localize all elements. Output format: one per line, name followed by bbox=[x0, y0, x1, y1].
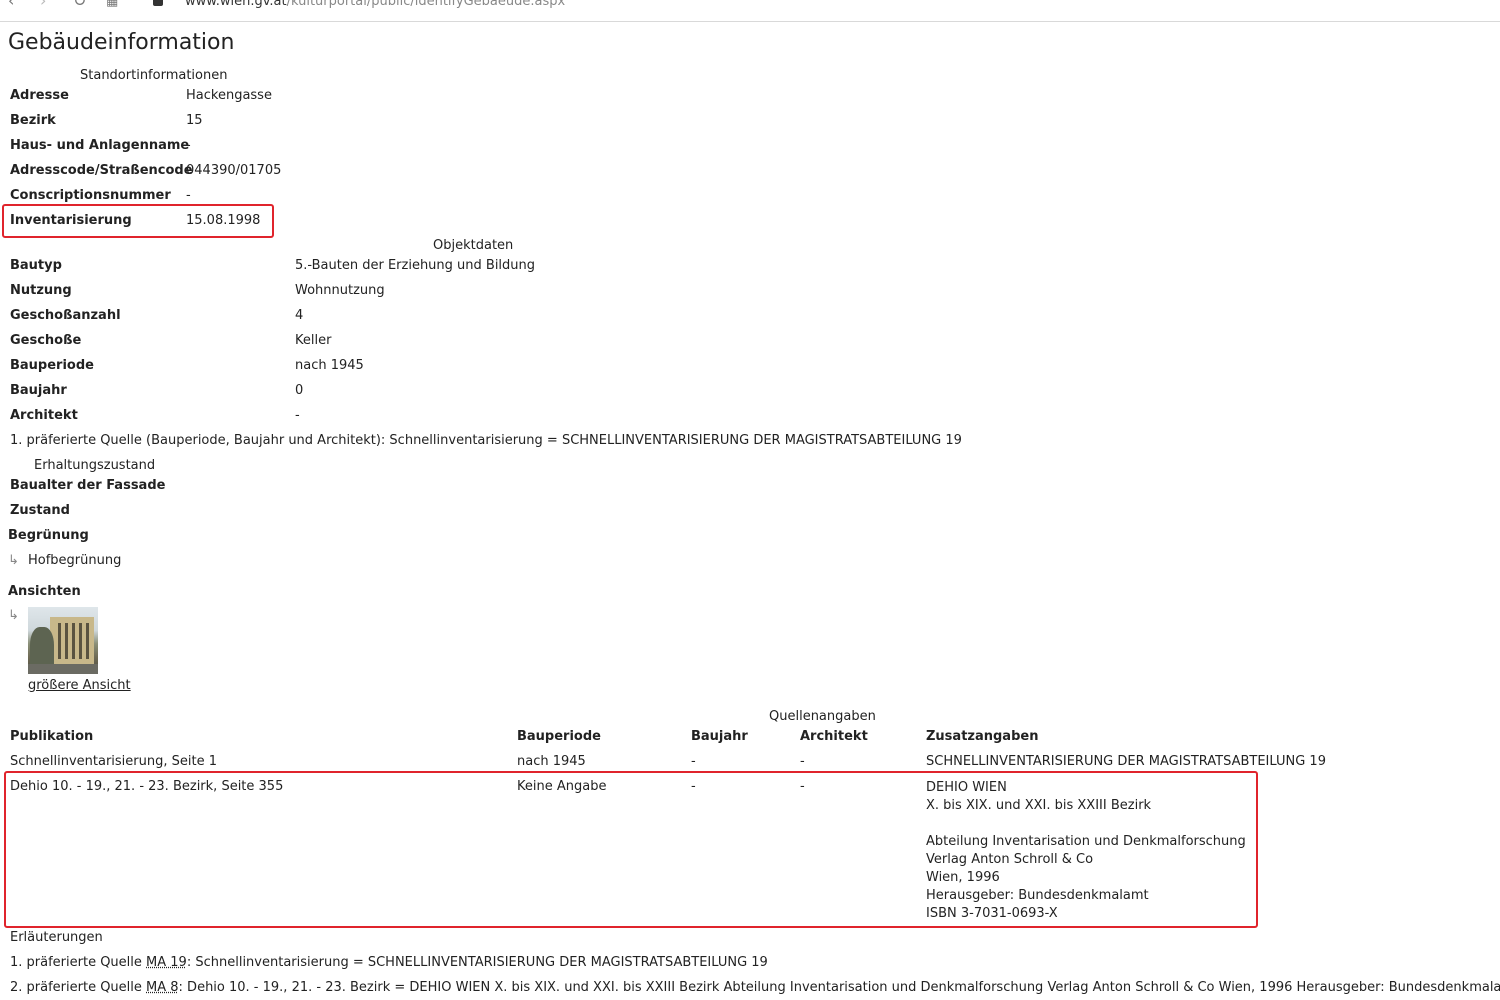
url-path: /kulturportal/public/identifyGebaeude.as… bbox=[286, 0, 566, 9]
reload-icon[interactable]: ↻ bbox=[73, 0, 86, 9]
browser-address-bar: ‹ › ↻ ▦ www.wien.gv.at/kulturportal/publ… bbox=[0, 0, 1500, 22]
standort-heading: Standortinformationen bbox=[80, 68, 228, 83]
erhaltung-heading: Erhaltungszustand bbox=[34, 458, 156, 473]
row2-bauperiode: Keine Angabe bbox=[517, 779, 607, 794]
col-bauperiode: Bauperiode bbox=[517, 729, 601, 744]
thumbnail-road bbox=[28, 664, 98, 674]
erlaeuterung-prefix: 1. präferierte Quelle bbox=[10, 955, 147, 970]
zusatz-line: Verlag Anton Schroll & Co bbox=[926, 852, 1094, 867]
bezirk-label: Bezirk bbox=[10, 113, 56, 128]
thumbnail-building bbox=[50, 617, 94, 665]
zusatz-line: Abteilung Inventarisation und Denkmalfor… bbox=[926, 834, 1246, 849]
forward-arrow-icon[interactable]: › bbox=[40, 0, 46, 9]
row1-publikation: Schnellinventarisierung, Seite 1 bbox=[10, 754, 217, 769]
col-baujahr: Baujahr bbox=[691, 729, 748, 744]
hofbegruenung-item: Hofbegrünung bbox=[28, 553, 122, 568]
nutzung-value: Wohnnutzung bbox=[295, 283, 385, 298]
tabs-icon[interactable]: ▦ bbox=[106, 0, 118, 10]
abbreviation-ma8: MA 8 bbox=[146, 980, 179, 995]
geschossanzahl-label: Geschoßanzahl bbox=[10, 308, 121, 323]
zusatz-line: X. bis XIX. und XXI. bis XXIII Bezirk bbox=[926, 798, 1152, 813]
row1-baujahr: - bbox=[691, 754, 696, 769]
row1-architekt: - bbox=[800, 754, 805, 769]
conscription-value: - bbox=[186, 188, 191, 203]
erlaeuterungen-heading: Erläuterungen bbox=[10, 930, 103, 945]
erlaeuterung-item-2: 2. präferierte Quelle MA 8: Dehio 10. - … bbox=[10, 980, 1500, 995]
bauperiode-value: nach 1945 bbox=[295, 358, 364, 373]
zustand-label: Zustand bbox=[10, 503, 70, 518]
adresscode-label: Adresscode/Straßencode bbox=[10, 163, 193, 178]
row2-zusatz: DEHIO WIEN X. bis XIX. und XXI. bis XXII… bbox=[926, 779, 1246, 923]
abbreviation-ma19: MA 19 bbox=[146, 955, 187, 970]
url-field[interactable]: www.wien.gv.at/kulturportal/public/ident… bbox=[185, 0, 565, 9]
sub-arrow-icon: ↳ bbox=[8, 608, 19, 623]
inventarisierung-label: Inventarisierung bbox=[10, 213, 132, 228]
row1-zusatz: SCHNELLINVENTARISIERUNG DER MAGISTRATSAB… bbox=[926, 754, 1326, 769]
zusatz-line: Herausgeber: Bundesdenkmalamt bbox=[926, 888, 1149, 903]
fassade-label: Baualter der Fassade bbox=[10, 478, 166, 493]
bauperiode-label: Bauperiode bbox=[10, 358, 94, 373]
baujahr-label: Baujahr bbox=[10, 383, 67, 398]
adresscode-value: 044390/01705 bbox=[186, 163, 282, 178]
col-zusatzangaben: Zusatzangaben bbox=[926, 729, 1039, 744]
baujahr-value: 0 bbox=[295, 383, 304, 398]
row1-bauperiode: nach 1945 bbox=[517, 754, 586, 769]
lock-icon[interactable] bbox=[153, 0, 163, 6]
geschosse-value: Keller bbox=[295, 333, 332, 348]
col-publikation: Publikation bbox=[10, 729, 94, 744]
erlaeuterung-item-1: 1. präferierte Quelle MA 19: Schnellinve… bbox=[10, 955, 768, 970]
zusatz-line: Wien, 1996 bbox=[926, 870, 1000, 885]
back-arrow-icon[interactable]: ‹ bbox=[8, 0, 14, 9]
sub-arrow-icon: ↳ bbox=[8, 553, 19, 568]
page-title: Gebäudeinformation bbox=[8, 30, 235, 55]
quelle-note: 1. präferierte Quelle (Bauperiode, Bauja… bbox=[10, 433, 962, 448]
geschosse-label: Geschoße bbox=[10, 333, 82, 348]
row2-publikation: Dehio 10. - 19., 21. - 23. Bezirk, Seite… bbox=[10, 779, 284, 794]
adresse-label: Adresse bbox=[10, 88, 69, 103]
ansichten-heading: Ansichten bbox=[8, 584, 81, 599]
hausname-label: Haus- und Anlagenname bbox=[10, 138, 190, 153]
hausname-value: - bbox=[186, 138, 191, 153]
quellen-heading: Quellenangaben bbox=[769, 709, 876, 724]
building-thumbnail[interactable] bbox=[28, 607, 98, 674]
row2-baujahr: - bbox=[691, 779, 696, 794]
begruenung-heading: Begrünung bbox=[8, 528, 89, 543]
objekt-heading: Objektdaten bbox=[433, 238, 514, 253]
adresse-value: Hackengasse bbox=[186, 88, 272, 103]
url-host: www.wien.gv.at bbox=[185, 0, 287, 9]
zusatz-line: ISBN 3-7031-0693-X bbox=[926, 906, 1058, 921]
inventarisierung-value: 15.08.1998 bbox=[186, 213, 261, 228]
row2-architekt: - bbox=[800, 779, 805, 794]
fassade-value: - bbox=[157, 478, 162, 493]
zusatz-line: DEHIO WIEN bbox=[926, 780, 1007, 795]
col-architekt: Architekt bbox=[800, 729, 868, 744]
groessere-ansicht-link[interactable]: größere Ansicht bbox=[28, 678, 131, 693]
erlaeuterung-text: : Dehio 10. - 19., 21. - 23. Bezirk = DE… bbox=[178, 980, 1500, 995]
conscription-label: Conscriptionsnummer bbox=[10, 188, 171, 203]
bezirk-value: 15 bbox=[186, 113, 203, 128]
architekt-label: Architekt bbox=[10, 408, 78, 423]
bautyp-label: Bautyp bbox=[10, 258, 62, 273]
geschossanzahl-value: 4 bbox=[295, 308, 304, 323]
bautyp-value: 5.-Bauten der Erziehung und Bildung bbox=[295, 258, 536, 273]
architekt-value: - bbox=[295, 408, 300, 423]
nutzung-label: Nutzung bbox=[10, 283, 72, 298]
erlaeuterung-text: : Schnellinventarisierung = SCHNELLINVEN… bbox=[186, 955, 768, 970]
zusatz-line bbox=[926, 815, 1246, 833]
erlaeuterung-prefix: 2. präferierte Quelle bbox=[10, 980, 147, 995]
